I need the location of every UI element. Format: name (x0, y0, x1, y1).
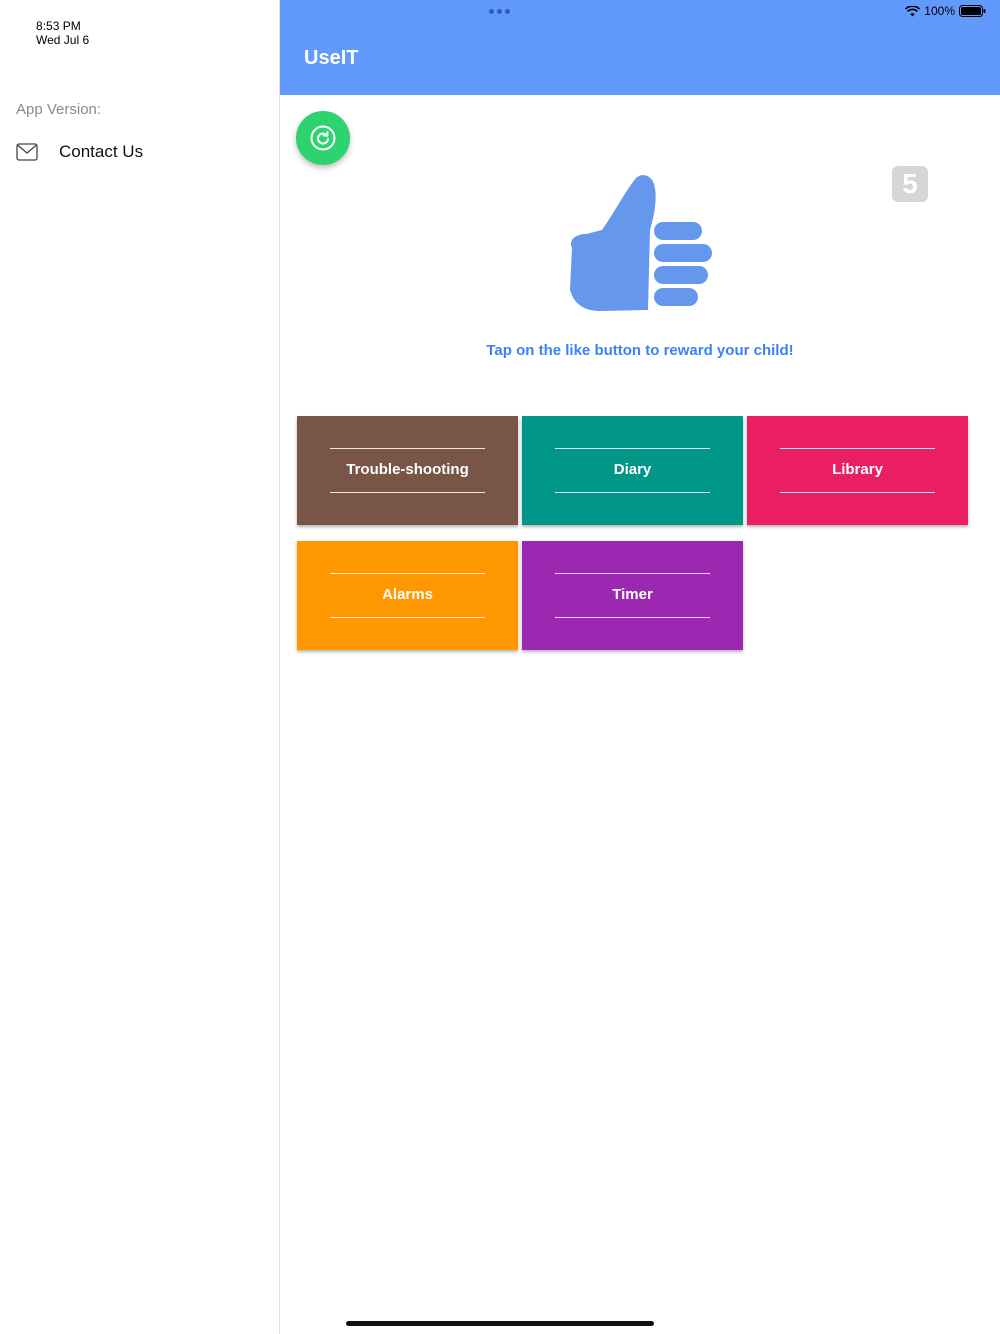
tile-library[interactable]: Library (747, 416, 968, 525)
multitasking-dots-icon[interactable] (489, 9, 510, 14)
tile-label: Library (832, 461, 883, 478)
tile-label: Timer (612, 586, 653, 603)
battery-percentage: 100% (924, 4, 955, 18)
reward-instruction-text: Tap on the like button to reward your ch… (486, 342, 794, 359)
tile-label: Diary (613, 461, 652, 478)
sidebar: 8:53 PM Wed Jul 6 App Version: Contact U… (0, 0, 280, 1334)
battery-icon (959, 5, 986, 17)
contact-us-item[interactable]: Contact Us (16, 142, 143, 162)
contact-us-label: Contact Us (59, 142, 144, 161)
tile-diary[interactable]: Diary (522, 416, 743, 525)
status-time: 8:53 PM (36, 19, 81, 33)
tile-troubleshooting[interactable]: Trouble-shooting (297, 416, 518, 525)
app-title: UseIT (304, 47, 359, 69)
app-root: 8:53 PM Wed Jul 6 App Version: Contact U… (0, 0, 1000, 1334)
app-header: 100% UseIT (280, 0, 1000, 95)
refresh-button[interactable] (296, 111, 350, 165)
app-version-label: App Version: (16, 101, 102, 118)
tile-label: Alarms (382, 586, 433, 603)
refresh-icon (310, 125, 336, 151)
tile-alarms[interactable]: Alarms (297, 541, 518, 650)
tile-timer[interactable]: Timer (522, 541, 743, 650)
home-indicator[interactable] (346, 1321, 654, 1326)
reward-counter-badge: 5 (892, 166, 928, 202)
wifi-icon (905, 5, 921, 16)
status-bar-left: 8:53 PM Wed Jul 6 (16, 5, 99, 61)
thumbs-up-icon[interactable] (560, 170, 720, 318)
status-date: Wed Jul 6 (36, 33, 90, 47)
mail-icon (16, 143, 38, 161)
status-bar-right: 100% (905, 4, 986, 18)
tile-label: Trouble-shooting (346, 461, 469, 478)
